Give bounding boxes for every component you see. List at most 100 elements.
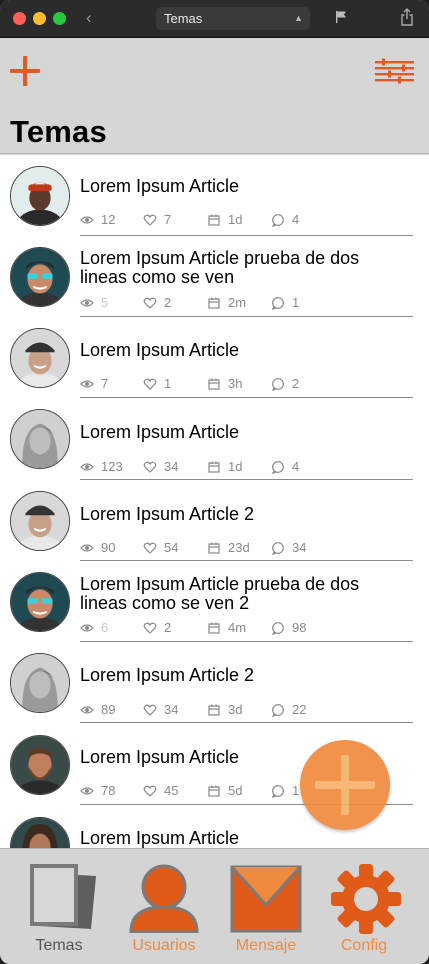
heart-icon <box>143 214 157 226</box>
calendar-icon <box>208 297 220 309</box>
comments-stat: 1 <box>271 783 299 799</box>
close-window-button[interactable] <box>13 12 26 25</box>
avatar <box>10 166 70 226</box>
row-divider <box>80 397 413 398</box>
row-title: Lorem Ipsum Article <box>80 176 240 196</box>
calendar-icon <box>208 704 220 716</box>
add-topic-button[interactable] <box>10 56 40 86</box>
heart-icon <box>143 297 157 309</box>
row-stats: 123 34 1d 4 <box>80 459 410 475</box>
comment-bubble-icon <box>271 704 284 717</box>
up-down-chevron-icon: ▲︎ <box>294 13 303 23</box>
comments-stat: 4 <box>271 212 299 228</box>
heart-icon <box>143 622 157 634</box>
row-stats: 5 2 2m 1 <box>80 295 410 311</box>
row-title: Lorem Ipsum Article <box>80 422 240 442</box>
back-chevron-icon[interactable]: ‹ <box>86 9 92 27</box>
date-stat: 3h <box>207 376 242 392</box>
calendar-icon <box>208 622 220 634</box>
views-stat: 123 <box>80 459 123 475</box>
comments-stat: 34 <box>271 540 306 556</box>
eye-icon <box>80 706 94 714</box>
row-title: Lorem Ipsum Article prueba de dos lineas… <box>80 248 360 287</box>
comments-stat: 4 <box>271 459 299 475</box>
calendar-icon <box>208 378 220 390</box>
share-icon[interactable] <box>400 8 414 26</box>
eye-icon <box>80 787 94 795</box>
date-stat: 5d <box>207 783 242 799</box>
gear-icon <box>331 864 401 934</box>
views-stat: 5 <box>80 295 108 311</box>
tab-usuarios[interactable]: Usuarios <box>114 849 214 964</box>
date-stat: 2m <box>207 295 246 311</box>
date-stat: 23d <box>207 540 250 556</box>
tab-label: Config <box>340 937 388 954</box>
window-title: Temas <box>164 11 203 26</box>
comment-bubble-icon <box>271 542 284 555</box>
likes-stat: 2 <box>143 295 171 311</box>
likes-stat: 54 <box>143 540 178 556</box>
list-item[interactable]: Lorem Ipsum Article prueba de dos lineas… <box>0 236 429 317</box>
list-item[interactable]: Lorem Ipsum Article 2 89 34 3d 22 <box>0 642 429 723</box>
views-stat: 90 <box>80 540 115 556</box>
heart-icon <box>143 704 157 716</box>
date-stat: 4m <box>207 620 246 636</box>
row-stats: 7 1 3h 2 <box>80 376 410 392</box>
eye-icon <box>80 216 94 224</box>
eye-icon <box>80 380 94 388</box>
documents-icon <box>30 864 96 929</box>
heart-icon <box>143 542 157 554</box>
filter-sliders-icon[interactable] <box>374 58 415 86</box>
views-stat: 78 <box>80 783 115 799</box>
list-item[interactable]: Lorem Ipsum Article 123 34 1d 4 <box>0 399 429 480</box>
date-stat: 3d <box>207 702 242 718</box>
row-stats: 6 2 4m 98 <box>80 620 410 636</box>
avatar <box>10 735 70 795</box>
window-title-selector[interactable]: Temas ▲︎ <box>156 7 310 30</box>
row-title: Lorem Ipsum Article <box>80 340 240 360</box>
comments-stat: 98 <box>271 620 306 636</box>
avatar <box>10 409 70 469</box>
comment-bubble-icon <box>271 297 284 310</box>
tab-bar: Temas Usuarios Mensaje Config <box>0 848 429 964</box>
row-title: Lorem Ipsum Article 2 <box>80 504 255 524</box>
avatar <box>10 572 70 632</box>
floating-add-button[interactable] <box>300 740 390 830</box>
calendar-icon <box>208 214 220 226</box>
tab-label: Usuarios <box>132 937 196 954</box>
row-divider <box>80 722 413 723</box>
avatar <box>10 328 70 388</box>
tab-mensaje[interactable]: Mensaje <box>216 849 316 964</box>
page-title: Temas <box>10 114 107 149</box>
eye-icon <box>80 624 94 632</box>
tab-temas[interactable]: Temas <box>9 849 109 964</box>
calendar-icon <box>208 461 220 473</box>
row-title: Lorem Ipsum Article prueba de dos lineas… <box>80 574 360 613</box>
app-window: ‹ Temas ▲︎ Temas Lorem Ipsum Article 12 … <box>0 0 429 964</box>
comments-stat: 1 <box>271 295 299 311</box>
tab-label: Temas <box>35 937 83 954</box>
likes-stat: 2 <box>143 620 171 636</box>
page-header: Temas <box>0 38 429 154</box>
row-stats: 89 34 3d 22 <box>80 702 410 718</box>
list-item[interactable]: Lorem Ipsum Article 7 1 3h 2 <box>0 317 429 398</box>
window-titlebar: ‹ Temas ▲︎ <box>0 0 429 38</box>
list-item[interactable]: Lorem Ipsum Article 2 90 54 23d 34 <box>0 480 429 561</box>
row-stats: 12 7 1d 4 <box>80 212 410 228</box>
views-stat: 12 <box>80 212 115 228</box>
avatar <box>10 247 70 307</box>
list-item[interactable]: Lorem Ipsum Article 12 7 1d 4 <box>0 155 429 236</box>
zoom-window-button[interactable] <box>53 12 66 25</box>
minimize-window-button[interactable] <box>33 12 46 25</box>
flag-icon[interactable] <box>335 10 347 24</box>
date-stat: 1d <box>207 459 242 475</box>
comment-bubble-icon <box>271 622 284 635</box>
avatar <box>10 653 70 713</box>
eye-icon <box>80 463 94 471</box>
tab-config[interactable]: Config <box>314 849 414 964</box>
row-stats: 90 54 23d 34 <box>80 540 410 556</box>
avatar <box>10 491 70 551</box>
heart-icon <box>143 461 157 473</box>
likes-stat: 45 <box>143 783 178 799</box>
list-item[interactable]: Lorem Ipsum Article prueba de dos lineas… <box>0 561 429 642</box>
